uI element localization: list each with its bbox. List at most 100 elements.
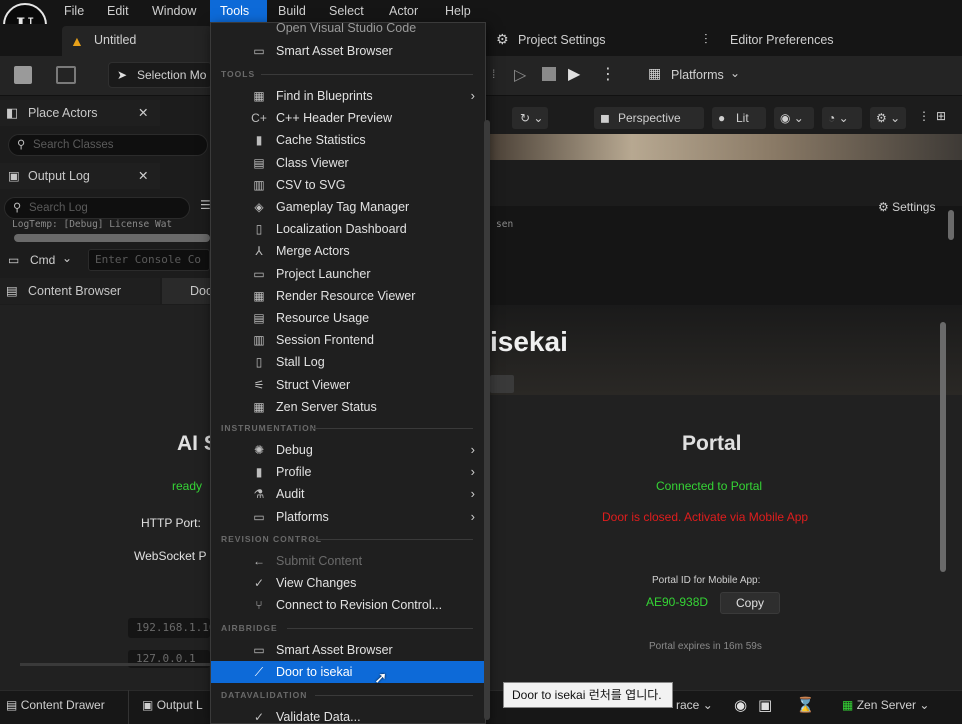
- rotate-mode-button[interactable]: ↻ ⌄: [512, 107, 548, 129]
- viewport-settings-button[interactable]: ⚙ ⌄: [870, 107, 906, 129]
- menu-item-zen-server-status[interactable]: ▦ Zen Server Status: [211, 396, 485, 418]
- menu-build[interactable]: Build: [278, 0, 306, 22]
- search-classes-input[interactable]: ⚲ Search Classes: [8, 134, 208, 156]
- menu-item-session-frontend[interactable]: ▥ Session Frontend: [211, 329, 485, 351]
- menu-item-merge-actors[interactable]: ⅄ Merge Actors: [211, 240, 485, 262]
- search-log-input[interactable]: ⚲ Search Log: [4, 197, 190, 219]
- advance-frame-icon[interactable]: ▷: [514, 65, 526, 85]
- menu-item-label: Submit Content: [276, 554, 363, 568]
- menu-window[interactable]: Window: [152, 0, 196, 22]
- console-input[interactable]: Enter Console Co: [88, 249, 210, 271]
- screenshot-icon[interactable]: ▣: [758, 696, 772, 714]
- place-actors-tab[interactable]: ◧ Place Actors ✕: [0, 100, 160, 126]
- menu-item-open-vscode[interactable]: Open Visual Studio Code: [211, 23, 485, 39]
- copy-button[interactable]: Copy: [720, 592, 780, 614]
- chevron-down-icon: ⌄: [730, 66, 741, 80]
- widget-scrollbar[interactable]: [940, 322, 946, 572]
- menu-file[interactable]: File: [64, 0, 84, 22]
- platforms-toolbar-icon: ▦: [648, 65, 662, 81]
- save-icon[interactable]: [14, 66, 32, 84]
- menu-item-cache-statistics[interactable]: ▮ Cache Statistics: [211, 129, 485, 151]
- content-browser-tab[interactable]: ▤ Content Browser: [0, 278, 160, 304]
- browse-icon[interactable]: [56, 66, 76, 84]
- menu-item-find-in-blueprints[interactable]: ▦ Find in Blueprints ›: [211, 85, 485, 107]
- output-log-tab[interactable]: ▣ Output Log ✕: [0, 163, 160, 189]
- menu-item-view-changes[interactable]: ✓ View Changes: [211, 572, 485, 594]
- menu-item-c-header-preview[interactable]: C+ C++ Header Preview: [211, 107, 485, 129]
- websocket-label: WebSocket P: [134, 549, 207, 563]
- csv-icon: ▥: [253, 177, 265, 192]
- menu-item-submit-content[interactable]: ← Submit Content: [211, 550, 485, 572]
- menu-item-door-to-isekai[interactable]: ⟋ Door to isekai: [211, 661, 485, 684]
- platforms-icon: ▭: [253, 509, 265, 524]
- menu-item-label: Stall Log: [276, 355, 325, 370]
- place-actors-label: Place Actors: [28, 106, 98, 120]
- door-to-isekai-tab[interactable]: Doc: [162, 278, 212, 304]
- menu-item-struct-viewer[interactable]: ⚟ Struct Viewer: [211, 374, 485, 396]
- asset-browser-icon: ▭: [253, 643, 265, 657]
- more-options-icon[interactable]: ⋮: [600, 64, 616, 84]
- menu-item-profile[interactable]: ▮ Profile ›: [211, 461, 485, 483]
- menu-select[interactable]: Select: [329, 0, 364, 22]
- editor-preferences-tab[interactable]: Editor Preferences: [730, 33, 834, 47]
- menu-item-stall-log[interactable]: ▯ Stall Log: [211, 351, 485, 373]
- menu-tools[interactable]: Tools: [210, 0, 267, 22]
- lit-button[interactable]: ● Lit: [712, 107, 766, 129]
- menu-item-render-resource-viewer[interactable]: ▦ Render Resource Viewer: [211, 285, 485, 307]
- menu-item-csv-to-svg[interactable]: ▥ CSV to SVG: [211, 174, 485, 196]
- menu-edit[interactable]: Edit: [107, 0, 129, 22]
- menu-item-smart-asset-browser[interactable]: ▭ Smart Asset Browser: [211, 639, 485, 661]
- ip-field-1[interactable]: 192.168.1.10: [128, 618, 210, 638]
- rotate-icon: ↻ ⌄: [520, 111, 544, 125]
- trace-dropdown[interactable]: race ⌄: [676, 698, 713, 712]
- menu-item-localization-dashboard[interactable]: ▯ Localization Dashboard: [211, 218, 485, 240]
- menu-item-smart-asset-browser-top[interactable]: ▭ Smart Asset Browser: [211, 40, 485, 62]
- menu-item-debug[interactable]: ✺ Debug ›: [211, 439, 485, 461]
- menu-item-class-viewer[interactable]: ▤ Class Viewer: [211, 152, 485, 174]
- log-scrollbar[interactable]: [14, 234, 210, 242]
- show-button[interactable]: ◉ ⌄: [774, 107, 814, 129]
- zen-icon: ▦: [253, 399, 265, 414]
- close-icon[interactable]: ✕: [138, 163, 148, 189]
- menu-item-gameplay-tag-manager[interactable]: ◈ Gameplay Tag Manager: [211, 196, 485, 218]
- output-log-icon: ▣: [142, 698, 154, 712]
- menu-item-resource-usage[interactable]: ▤ Resource Usage: [211, 307, 485, 329]
- record-icon[interactable]: ◉: [734, 696, 747, 714]
- menu-actor[interactable]: Actor: [389, 0, 418, 22]
- more-options-icon[interactable]: ⋮: [918, 109, 930, 123]
- log-settings-button[interactable]: ⚙ Settings: [878, 200, 935, 214]
- output-log-status-button[interactable]: ▣ Output L: [142, 698, 203, 712]
- zen-server-button[interactable]: ▦ Zen Server ⌄: [842, 698, 929, 712]
- platforms-button[interactable]: Platforms: [671, 68, 724, 82]
- menu-help[interactable]: Help: [445, 0, 471, 22]
- layout-icon[interactable]: ⊞: [936, 109, 946, 123]
- selection-mode-button[interactable]: ➤ Selection Mo: [108, 62, 212, 88]
- perspective-button[interactable]: ◼ Perspective: [594, 107, 704, 129]
- stop-icon[interactable]: [542, 67, 556, 81]
- widget-header-button[interactable]: [490, 375, 514, 393]
- status-divider: [128, 690, 129, 724]
- project-settings-icon: ⚙: [496, 31, 509, 47]
- viewport-sky: [490, 134, 962, 160]
- menu-item-connect-to-revision-control[interactable]: ⑂ Connect to Revision Control...: [211, 594, 485, 616]
- cmd-dropdown[interactable]: ▭ Cmd ⌄: [6, 251, 78, 271]
- menu-item-audit[interactable]: ⚗ Audit ›: [211, 483, 485, 505]
- realtime-button[interactable]: ◔ ⌄: [822, 107, 862, 129]
- editor-preferences-icon: ⫶: [704, 31, 708, 47]
- menu-item-label: Project Launcher: [276, 266, 371, 281]
- eject-icon[interactable]: ▶: [568, 64, 580, 84]
- log-vertical-scrollbar[interactable]: [948, 210, 954, 240]
- menu-item-validate-data[interactable]: ✓ Validate Data...: [211, 706, 485, 723]
- content-drawer-button[interactable]: ▤ Content Drawer: [6, 698, 105, 712]
- project-settings-tab[interactable]: Project Settings: [518, 33, 606, 47]
- menu-item-label: Profile: [276, 465, 312, 480]
- menu-item-platforms[interactable]: ▭ Platforms ›: [211, 506, 485, 528]
- menu-scrollbar[interactable]: [484, 120, 490, 720]
- menu-item-project-launcher[interactable]: ▭ Project Launcher: [211, 263, 485, 285]
- menu-item-label: Find in Blueprints: [276, 89, 373, 103]
- tab-untitled[interactable]: ▲ Untitled: [62, 26, 212, 56]
- ai-status: ready: [172, 479, 203, 493]
- output-log-status-label: Output L: [156, 698, 203, 712]
- hourglass-icon[interactable]: ⌛: [796, 696, 815, 714]
- close-icon[interactable]: ✕: [138, 100, 148, 126]
